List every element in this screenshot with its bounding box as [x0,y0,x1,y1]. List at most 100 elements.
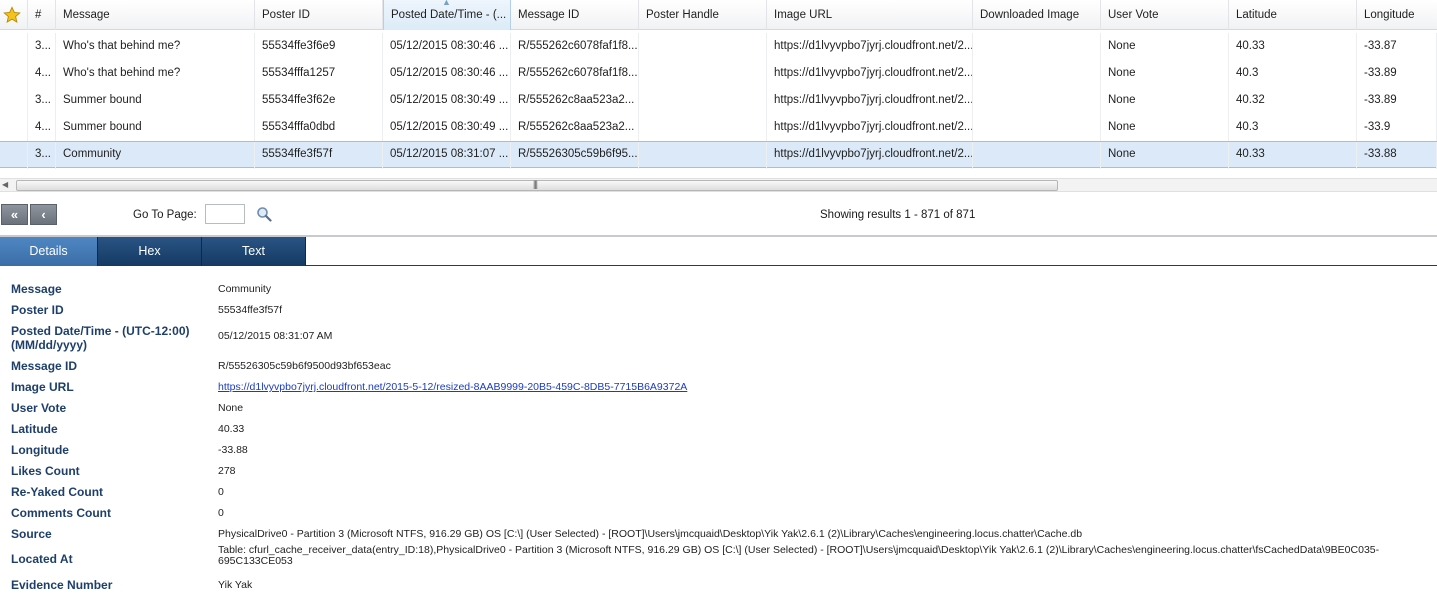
cell-message-id[interactable]: R/555262c6078faf1f8... [511,33,639,60]
column-header-posted-datetime[interactable]: ▲ Posted Date/Time - (... [383,0,511,30]
cell-poster-handle[interactable] [639,87,767,114]
cell-image-url[interactable]: https://d1lvyvpbo7jyrj.cloudfront.net/2.… [767,114,973,141]
cell-user-vote[interactable]: None [1101,87,1229,114]
cell-message-id[interactable]: R/555262c8aa523a2... [511,114,639,141]
detail-label-text: Latitude [11,422,58,436]
cell-longitude[interactable]: -33.9 [1357,114,1437,141]
cell-message[interactable]: Community [56,142,255,169]
cell-message[interactable]: Summer bound [56,114,255,141]
column-header-poster-handle[interactable]: Poster Handle [639,0,767,30]
goto-page-input[interactable] [205,204,245,224]
cell-user-vote[interactable]: None [1101,33,1229,60]
cell-number[interactable]: 4... [28,60,56,87]
magnifier-icon[interactable] [256,206,272,222]
cell-poster-id[interactable]: 55534fffa0dbd [255,114,383,141]
cell-number[interactable]: 3... [28,142,56,169]
cell-longitude[interactable]: -33.87 [1357,33,1437,60]
cell-number[interactable]: 3... [28,33,56,60]
detail-value: -33.88 [218,445,248,456]
table-row[interactable]: 3... Summer bound 55534ffe3f62e 05/12/2015 … [0,87,1437,114]
detail-value: None [218,403,243,414]
cell-posted-datetime[interactable]: 05/12/2015 08:30:46 ... [383,60,511,87]
cell-bookmark[interactable] [0,142,28,169]
cell-latitude[interactable]: 40.3 [1229,114,1357,141]
cell-bookmark[interactable] [0,60,28,87]
cell-downloaded-image[interactable] [973,60,1101,87]
previous-page-button[interactable]: ‹ [30,204,57,225]
column-header-number[interactable]: # [28,0,56,30]
star-icon [3,6,21,23]
detail-value: Table: cfurl_cache_receiver_data(entry_I… [218,545,1379,567]
cell-message-id[interactable]: R/55526305c59b6f95... [511,142,639,169]
cell-posted-datetime[interactable]: 05/12/2015 08:30:49 ... [383,87,511,114]
horizontal-scrollbar[interactable]: ◀ ||| [0,178,1437,192]
detail-value-text-line2: 695C133CE053 [218,555,293,567]
cell-image-url[interactable]: https://d1lvyvpbo7jyrj.cloudfront.net/2.… [767,142,973,169]
cell-longitude[interactable]: -33.89 [1357,87,1437,114]
cell-posted-datetime[interactable]: 05/12/2015 08:30:49 ... [383,114,511,141]
scroll-left-icon[interactable]: ◀ [2,180,8,189]
cell-user-vote[interactable]: None [1101,114,1229,141]
cell-latitude[interactable]: 40.3 [1229,60,1357,87]
table-row[interactable]: 3... Community 55534ffe3f57f 05/12/2015 08:… [0,141,1437,169]
cell-message-id[interactable]: R/555262c6078faf1f8... [511,60,639,87]
cell-poster-handle[interactable] [639,142,767,169]
cell-message-id[interactable]: R/555262c8aa523a2... [511,87,639,114]
tab-details[interactable]: Details [0,237,98,266]
cell-image-url[interactable]: https://d1lvyvpbo7jyrj.cloudfront.net/2.… [767,33,973,60]
cell-bookmark[interactable] [0,33,28,60]
column-header-user-vote[interactable]: User Vote [1101,0,1229,30]
cell-user-vote[interactable]: None [1101,60,1229,87]
cell-message[interactable]: Who's that behind me? [56,60,255,87]
cell-bookmark[interactable] [0,87,28,114]
cell-downloaded-image[interactable] [973,142,1101,169]
cell-number[interactable]: 4... [28,114,56,141]
table-row[interactable]: 4... Summer bound 55534fffa0dbd 05/12/2015 … [0,114,1437,141]
first-page-button[interactable]: « [1,204,28,225]
cell-downloaded-image[interactable] [973,87,1101,114]
tab-hex[interactable]: Hex [98,237,202,266]
cell-poster-id[interactable]: 55534ffe3f62e [255,87,383,114]
scrollbar-thumb[interactable]: ||| [16,179,1058,191]
column-header-image-url[interactable]: Image URL [767,0,973,30]
cell-longitude[interactable]: -33.89 [1357,60,1437,87]
cell-latitude[interactable]: 40.33 [1229,142,1357,169]
detail-value: Community [218,284,271,295]
cell-image-url[interactable]: https://d1lvyvpbo7jyrj.cloudfront.net/2.… [767,60,973,87]
bookmark-column-header[interactable] [0,0,28,30]
tab-text[interactable]: Text [202,237,306,266]
column-header-posted-datetime-label: Posted Date/Time - (... [391,9,507,21]
cell-downloaded-image[interactable] [973,33,1101,60]
cell-message[interactable]: Who's that behind me? [56,33,255,60]
column-header-longitude[interactable]: Longitude [1357,0,1437,30]
cell-poster-id[interactable]: 55534fffa1257 [255,60,383,87]
cell-poster-id[interactable]: 55534ffe3f6e9 [255,33,383,60]
cell-posted-datetime[interactable]: 05/12/2015 08:30:46 ... [383,33,511,60]
cell-image-url[interactable]: https://d1lvyvpbo7jyrj.cloudfront.net/2.… [767,87,973,114]
detail-label-text: Posted Date/Time - (UTC-12:00) [11,324,190,338]
cell-poster-handle[interactable] [639,60,767,87]
cell-poster-id[interactable]: 55534ffe3f57f [255,142,383,169]
cell-poster-handle[interactable] [639,33,767,60]
column-header-poster-id[interactable]: Poster ID [255,0,383,30]
cell-message[interactable]: Summer bound [56,87,255,114]
column-header-latitude[interactable]: Latitude [1229,0,1357,30]
cell-bookmark[interactable] [0,114,28,141]
cell-posted-datetime[interactable]: 05/12/2015 08:31:07 ... [383,142,511,169]
cell-poster-handle[interactable] [639,114,767,141]
cell-downloaded-image[interactable] [973,114,1101,141]
column-header-message[interactable]: Message [56,0,255,30]
cell-latitude[interactable]: 40.33 [1229,33,1357,60]
cell-number[interactable]: 3... [28,87,56,114]
table-row[interactable]: 4... Who's that behind me? 55534fffa1257 05… [0,60,1437,87]
column-header-downloaded-image[interactable]: Downloaded Image [973,0,1101,30]
detail-value-text[interactable]: https://d1lvyvpbo7jyrj.cloudfront.net/20… [218,382,687,393]
detail-value-text: Table: cfurl_cache_receiver_data(entry_I… [218,544,1380,556]
cell-longitude[interactable]: -33.88 [1357,142,1437,169]
cell-user-vote[interactable]: None [1101,142,1229,169]
detail-value-link[interactable]: https://d1lvyvpbo7jyrj.cloudfront.net/20… [218,382,687,393]
cell-latitude[interactable]: 40.32 [1229,87,1357,114]
detail-label: Likes Count [11,464,80,478]
column-header-message-id[interactable]: Message ID [511,0,639,30]
table-row[interactable]: 3... Who's that behind me? 55534ffe3f6e9 05… [0,33,1437,60]
